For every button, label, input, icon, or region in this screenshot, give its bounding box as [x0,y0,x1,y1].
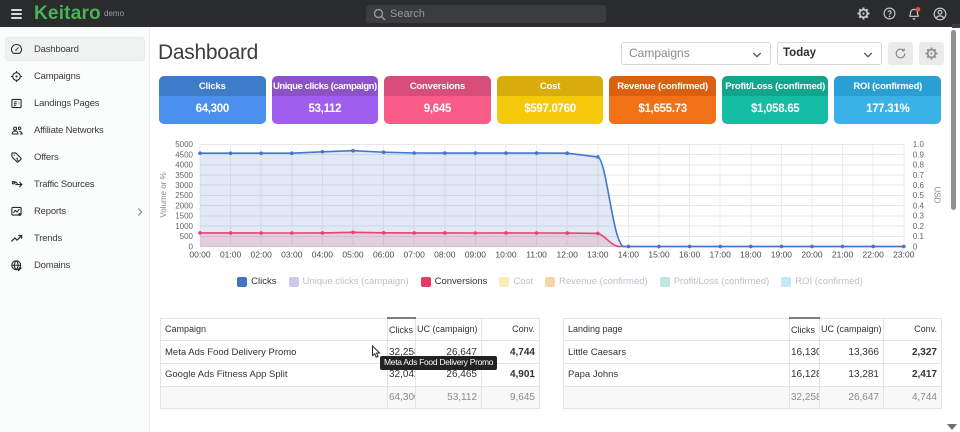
svg-text:Volume or %: Volume or % [159,172,168,217]
svg-text:19:00: 19:00 [771,250,793,260]
svg-text:13:00: 13:00 [587,250,609,260]
svg-text:08:00: 08:00 [434,250,456,260]
svg-text:3500: 3500 [175,171,193,180]
svg-text:0.3: 0.3 [913,212,925,221]
svg-text:11:00: 11:00 [526,250,547,260]
svg-text:2000: 2000 [175,202,193,211]
svg-text:16:00: 16:00 [679,250,701,260]
svg-text:USD: USD [932,187,941,204]
svg-text:0.5: 0.5 [913,191,925,200]
svg-text:01:00: 01:00 [220,250,242,260]
svg-text:02:00: 02:00 [251,250,273,260]
svg-text:03:00: 03:00 [281,250,303,260]
svg-text:0.2: 0.2 [913,222,925,231]
svg-text:14:00: 14:00 [618,250,640,260]
svg-text:22:00: 22:00 [863,250,885,260]
svg-text:23:00: 23:00 [893,250,915,260]
svg-text:18:00: 18:00 [740,250,762,260]
svg-text:0.6: 0.6 [913,181,925,190]
svg-text:4500: 4500 [175,150,193,159]
svg-text:00:00: 00:00 [189,250,211,260]
svg-text:20:00: 20:00 [801,250,823,260]
svg-text:17:00: 17:00 [710,250,732,260]
svg-text:21:00: 21:00 [832,250,854,260]
svg-text:15:00: 15:00 [648,250,670,260]
svg-text:1000: 1000 [175,222,193,231]
svg-text:1.0: 1.0 [913,140,925,149]
svg-text:10:00: 10:00 [495,250,517,260]
svg-text:05:00: 05:00 [342,250,364,260]
svg-text:0.4: 0.4 [913,202,925,211]
svg-text:0.7: 0.7 [913,171,925,180]
svg-text:0.1: 0.1 [913,232,925,241]
svg-text:500: 500 [180,232,194,241]
svg-text:07:00: 07:00 [404,250,426,260]
svg-text:12:00: 12:00 [557,250,579,260]
svg-text:0.9: 0.9 [913,150,925,159]
svg-text:06:00: 06:00 [373,250,395,260]
svg-text:04:00: 04:00 [312,250,334,260]
svg-text:3000: 3000 [175,181,193,190]
svg-text:1500: 1500 [175,212,193,221]
svg-text:5000: 5000 [175,140,193,149]
svg-text:2500: 2500 [175,191,193,200]
svg-text:0.8: 0.8 [913,161,925,170]
svg-text:09:00: 09:00 [465,250,487,260]
svg-text:4000: 4000 [175,161,193,170]
